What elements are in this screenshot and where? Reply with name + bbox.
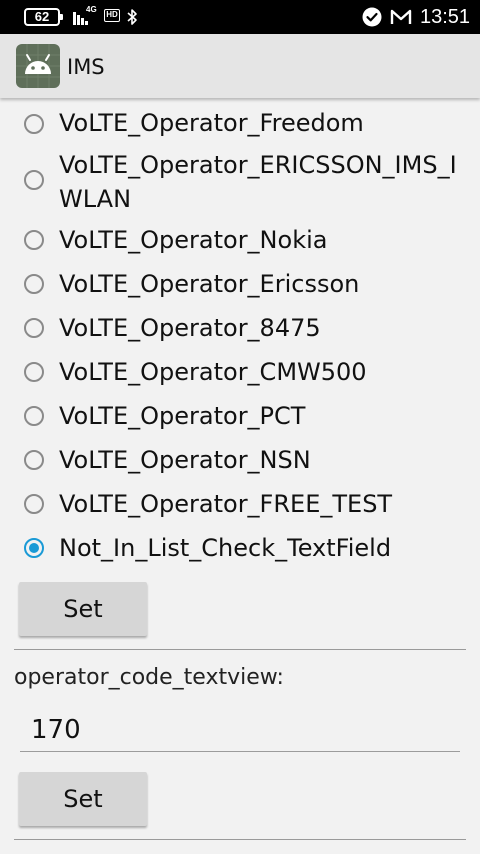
radio-label: VoLTE_Operator_NSN: [59, 446, 311, 474]
radio-option-ericsson[interactable]: VoLTE_Operator_Ericsson: [0, 266, 480, 304]
check-circle-icon: [362, 7, 382, 27]
operator-code-input[interactable]: [20, 708, 460, 752]
divider: [14, 839, 466, 840]
radio-label: VoLTE_Operator_Freedom: [59, 109, 364, 137]
radio-option-nsn[interactable]: VoLTE_Operator_NSN: [0, 442, 480, 480]
radio-button[interactable]: [24, 450, 44, 470]
bluetooth-icon: [127, 9, 137, 25]
radio-option-freedom[interactable]: VoLTE_Operator_Freedom: [0, 104, 480, 142]
battery-icon: 62: [24, 8, 63, 26]
radio-button[interactable]: [24, 318, 44, 338]
radio-button[interactable]: [24, 170, 44, 190]
radio-button[interactable]: [24, 494, 44, 514]
radio-option-pct[interactable]: VoLTE_Operator_PCT: [0, 398, 480, 436]
network-type-label: 4G: [86, 5, 97, 14]
divider: [14, 649, 466, 650]
app-bar: IMS: [0, 34, 480, 98]
gmail-icon: [390, 9, 412, 24]
set-operator-code-button[interactable]: Set: [19, 772, 147, 826]
radio-label: Not_In_List_Check_TextField: [59, 534, 392, 562]
radio-option-cmw500[interactable]: VoLTE_Operator_CMW500: [0, 354, 480, 392]
radio-button[interactable]: [24, 362, 44, 382]
radio-option-ericsson-ims-iwlan[interactable]: VoLTE_Operator_ERICSSON_IMS_IWLAN: [0, 148, 480, 218]
radio-label: VoLTE_Operator_ERICSSON_IMS_IWLAN: [59, 151, 457, 213]
radio-option-not-in-list[interactable]: Not_In_List_Check_TextField: [0, 530, 480, 568]
radio-label: VoLTE_Operator_PCT: [59, 402, 306, 430]
radio-label: VoLTE_Operator_8475: [59, 314, 321, 342]
settings-content: VoLTE_Operator_Freedom VoLTE_Operator_ER…: [0, 98, 480, 854]
radio-button[interactable]: [24, 230, 44, 250]
radio-option-nokia[interactable]: VoLTE_Operator_Nokia: [0, 222, 480, 260]
set-operator-button[interactable]: Set: [19, 582, 147, 636]
radio-option-free-test[interactable]: VoLTE_Operator_FREE_TEST: [0, 486, 480, 524]
radio-label: VoLTE_Operator_Ericsson: [59, 270, 360, 298]
radio-label: VoLTE_Operator_Nokia: [59, 226, 328, 254]
hd-badge: HD: [104, 9, 120, 22]
radio-button[interactable]: [24, 114, 44, 134]
status-bar: 62 4G HD 13:51: [0, 0, 480, 34]
clock: 13:51: [420, 6, 471, 28]
android-icon: [16, 44, 60, 88]
radio-label: VoLTE_Operator_CMW500: [59, 358, 367, 386]
app-title: IMS: [67, 55, 105, 79]
radio-button[interactable]: [24, 274, 44, 294]
radio-label: VoLTE_Operator_FREE_TEST: [59, 490, 393, 518]
radio-button-selected[interactable]: [24, 538, 44, 558]
operator-code-label: operator_code_textview:: [14, 665, 284, 690]
radio-option-8475[interactable]: VoLTE_Operator_8475: [0, 310, 480, 348]
radio-button[interactable]: [24, 406, 44, 426]
